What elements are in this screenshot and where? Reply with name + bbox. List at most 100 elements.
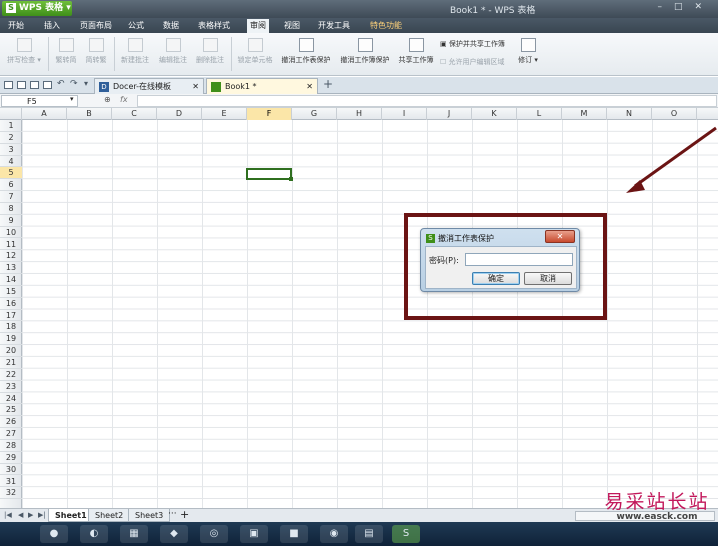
row-header[interactable]: 28 <box>0 440 22 452</box>
more-sheets-icon[interactable]: ··· <box>168 509 177 519</box>
row-header[interactable]: 18 <box>0 321 22 334</box>
sheet-tab-1[interactable]: Sheet1 <box>48 509 94 522</box>
new-file-icon[interactable] <box>4 81 13 89</box>
column-header[interactable]: O <box>652 108 697 120</box>
taskbar-app-icon[interactable]: ◆ <box>160 525 188 543</box>
menu-review[interactable]: 审阅 <box>247 19 269 33</box>
column-header[interactable]: J <box>427 108 472 120</box>
prev-sheet-icon[interactable]: ◀ <box>18 511 23 519</box>
column-header[interactable]: G <box>292 108 337 120</box>
formula-input[interactable] <box>137 95 717 107</box>
row-header[interactable]: 12 <box>0 250 22 263</box>
row-header[interactable]: 31 <box>0 476 22 488</box>
column-header[interactable]: C <box>112 108 157 120</box>
row-header[interactable]: 21 <box>0 357 22 369</box>
tab-book1[interactable]: Book1 * ✕ <box>206 78 318 94</box>
column-header[interactable]: A <box>22 108 67 120</box>
close-tab-icon[interactable]: ✕ <box>306 79 313 94</box>
row-header[interactable]: 19 <box>0 333 22 346</box>
print-icon[interactable] <box>30 81 39 89</box>
taskbar-app-icon[interactable]: ▦ <box>120 525 148 543</box>
track-changes-button[interactable]: 修订 ▾ <box>516 38 540 65</box>
password-field[interactable] <box>465 253 573 266</box>
name-box-dropdown-icon[interactable]: ▾ <box>70 95 74 103</box>
undo-icon[interactable]: ↶ <box>57 79 65 89</box>
row-header[interactable]: 27 <box>0 428 22 440</box>
name-box[interactable]: F5 <box>1 95 78 107</box>
taskbar-app-icon[interactable]: ● <box>40 525 68 543</box>
column-header[interactable]: L <box>517 108 562 120</box>
add-sheet-icon[interactable]: + <box>180 508 189 521</box>
row-header[interactable]: 6 <box>0 179 22 192</box>
protect-share-button[interactable]: ▣ 保护并共享工作簿 <box>440 39 515 49</box>
taskbar-app-icon[interactable]: ■ <box>280 525 308 543</box>
last-sheet-icon[interactable]: ▶| <box>38 511 46 519</box>
print-preview-icon[interactable] <box>43 81 52 89</box>
row-header[interactable]: 22 <box>0 369 22 381</box>
taskbar-wps-icon[interactable]: S <box>392 525 420 543</box>
tab-docer-templates[interactable]: D Docer-在线模板 ✕ <box>94 78 204 94</box>
fill-handle[interactable] <box>289 177 293 181</box>
app-menu-button[interactable]: S WPS 表格 ▾ <box>2 1 72 16</box>
row-header[interactable]: 14 <box>0 274 22 286</box>
column-header[interactable]: I <box>382 108 427 120</box>
row-header[interactable]: 8 <box>0 203 22 215</box>
close-tab-icon[interactable]: ✕ <box>192 79 199 94</box>
unprotect-sheet-button[interactable]: 撤消工作表保护 <box>278 38 334 65</box>
menu-home[interactable]: 开始 <box>8 20 24 31</box>
simp-to-trad-button[interactable]: 简转繁 <box>82 38 110 65</box>
column-header[interactable]: B <box>67 108 112 120</box>
spellcheck-button[interactable]: 拼写检查 ▾ <box>4 38 44 65</box>
row-header[interactable]: 15 <box>0 286 22 298</box>
taskbar-app-icon[interactable]: ▤ <box>355 525 383 543</box>
row-header[interactable]: 24 <box>0 393 22 405</box>
row-header[interactable]: 25 <box>0 404 22 417</box>
row-header[interactable]: 4 <box>0 156 22 168</box>
share-workbook-button[interactable]: 共享工作簿 <box>395 38 437 65</box>
minimize-button[interactable]: – <box>657 2 674 12</box>
menu-developer[interactable]: 开发工具 <box>318 20 350 31</box>
first-sheet-icon[interactable]: |◀ <box>4 511 12 519</box>
insert-function-icon[interactable]: fx <box>120 95 128 104</box>
sheet-tab-2[interactable]: Sheet2 <box>88 509 131 522</box>
sheet-tab-3[interactable]: Sheet3 <box>128 509 171 522</box>
taskbar-app-icon[interactable]: ◉ <box>320 525 348 543</box>
active-cell[interactable] <box>246 168 293 181</box>
menu-table-style[interactable]: 表格样式 <box>198 20 230 31</box>
close-window-button[interactable]: ✕ <box>694 2 714 12</box>
edit-comment-button[interactable]: 编辑批注 <box>155 38 191 65</box>
lock-cell-button[interactable]: 锁定单元格 <box>234 38 276 65</box>
row-header[interactable]: 29 <box>0 452 22 464</box>
row-header[interactable]: 13 <box>0 262 22 275</box>
column-header[interactable]: N <box>607 108 652 120</box>
row-header[interactable]: 2 <box>0 132 22 144</box>
row-header[interactable]: 7 <box>0 191 22 203</box>
row-header[interactable]: 32 <box>0 487 22 500</box>
new-tab-icon[interactable]: + <box>323 77 333 91</box>
cancel-button[interactable]: 取消 <box>524 272 572 285</box>
redo-icon[interactable]: ↷ <box>70 79 78 89</box>
column-header[interactable]: F <box>247 108 292 120</box>
zoom-icon[interactable]: ⊕ <box>104 95 111 104</box>
allow-edit-ranges-button[interactable]: ☐ 允许用户编辑区域 <box>440 57 515 67</box>
quick-access-dropdown-icon[interactable]: ▾ <box>84 79 88 88</box>
trad-to-simp-button[interactable]: 繁转简 <box>52 38 80 65</box>
column-header[interactable]: K <box>472 108 517 120</box>
row-header[interactable]: 3 <box>0 144 22 156</box>
taskbar-app-icon[interactable]: ◎ <box>200 525 228 543</box>
menu-insert[interactable]: 插入 <box>44 20 60 31</box>
select-all-corner[interactable] <box>0 108 22 120</box>
cell-area[interactable] <box>22 120 718 508</box>
row-header[interactable]: 23 <box>0 381 22 393</box>
column-header[interactable]: H <box>337 108 382 120</box>
maximize-button[interactable]: □ <box>674 2 695 12</box>
taskbar-app-icon[interactable]: ◐ <box>80 525 108 543</box>
dialog-close-button[interactable]: ✕ <box>545 230 575 243</box>
ok-button[interactable]: 确定 <box>472 272 520 285</box>
row-header[interactable]: 1 <box>0 120 22 132</box>
column-header[interactable]: M <box>562 108 607 120</box>
row-header[interactable]: 20 <box>0 345 22 357</box>
taskbar-app-icon[interactable]: ▣ <box>240 525 268 543</box>
row-header[interactable]: 10 <box>0 227 22 239</box>
next-sheet-icon[interactable]: ▶ <box>28 511 33 519</box>
